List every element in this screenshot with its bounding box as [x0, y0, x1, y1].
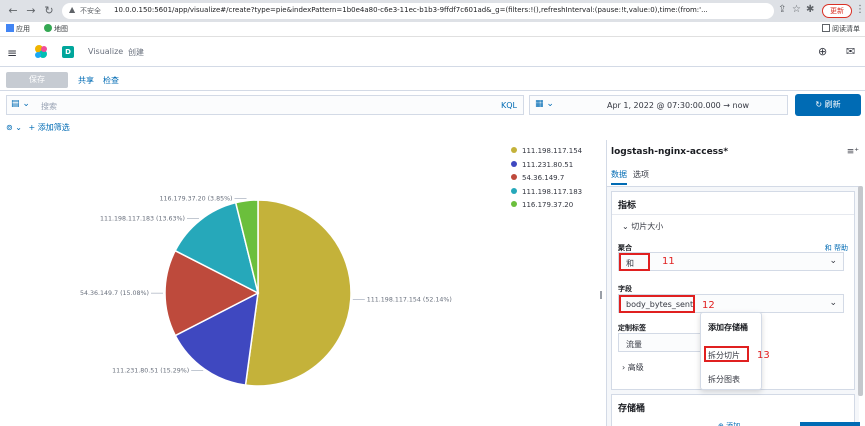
- panel-scrollbar[interactable]: [858, 186, 863, 396]
- metrics-heading: 指标: [618, 201, 637, 211]
- panel-menu-icon[interactable]: ≡⁺: [847, 147, 859, 157]
- callout-label-2: 54.36.149.7 (15.08%): [80, 290, 149, 297]
- refresh-button[interactable]: ↻ 刷新: [795, 94, 861, 116]
- callout-label-1: 111.231.80.51 (15.29%): [112, 368, 189, 375]
- legend-swatch: [511, 174, 517, 180]
- annotation-box-13: [704, 346, 749, 362]
- reload-icon[interactable]: ↻: [42, 4, 56, 18]
- legend-label: 111.198.117.183: [522, 187, 583, 196]
- legend-swatch: [511, 187, 517, 194]
- aggregation-select[interactable]: 和 ⌄: [618, 252, 844, 271]
- popover-title: 添加存储桶: [708, 323, 748, 332]
- custom-label-label: 定制标签: [618, 324, 646, 332]
- search-bar[interactable]: ▤ ⌄ 搜索 KQL: [6, 95, 524, 115]
- legend-item[interactable]: 111.198.117.154: [511, 147, 582, 161]
- legend-item[interactable]: 54.36.149.7: [511, 174, 582, 188]
- menu-icon[interactable]: ≡: [7, 46, 17, 60]
- field-label: 字段: [618, 285, 632, 293]
- legend-label: 111.231.80.51: [522, 160, 574, 169]
- forward-icon[interactable]: →: [24, 4, 38, 18]
- browser-toolbar: ← → ↻ ▲ 不安全 10.0.0.150:5601/app/visualiz…: [0, 0, 865, 22]
- annotation-box-11: [619, 253, 650, 271]
- chart-legend: 111.198.117.154 111.231.80.51 54.36.149.7 1…: [511, 147, 582, 215]
- bookmark-apps[interactable]: 应用: [6, 24, 30, 34]
- inspect-link[interactable]: 检查: [103, 75, 119, 86]
- filter-row: ⊚ ⌄ + 添加筛选: [6, 122, 70, 133]
- bookmark-maps[interactable]: 地图: [44, 24, 68, 34]
- dropdown-chevron-icon: ⌄: [829, 256, 837, 266]
- space-avatar[interactable]: D: [62, 46, 74, 58]
- filter-options-icon[interactable]: ⊚ ⌄: [6, 123, 22, 132]
- legend-label: 54.36.149.7: [522, 174, 565, 182]
- add-filter-link[interactable]: + 添加筛选: [29, 123, 70, 132]
- annotation-13: 13: [757, 350, 770, 361]
- custom-label-input[interactable]: 流量: [618, 333, 708, 352]
- advanced-toggle[interactable]: › 高级: [622, 362, 644, 373]
- collapse-panel-icon[interactable]: ‖: [599, 290, 603, 299]
- reading-list[interactable]: 阅读清单: [822, 24, 860, 34]
- plus-circle-icon: ⊕: [718, 422, 727, 426]
- slice-size-toggle[interactable]: ⌄ 切片大小: [622, 221, 663, 232]
- calendar-icon[interactable]: ▦ ⌄: [535, 99, 554, 109]
- extensions-icon[interactable]: ✱: [806, 4, 814, 15]
- help-icon[interactable]: ⊕: [818, 45, 827, 58]
- time-picker[interactable]: ▦ ⌄ Apr 1, 2022 @ 07:30:00.000 → now: [529, 95, 788, 115]
- breadcrumb-create: 创建: [128, 48, 144, 57]
- legend-swatch: [511, 147, 517, 153]
- panel-body: 指标 ⌄ 切片大小 聚合 和 帮助 和 ⌄ 11 字段 body_bytes_s…: [607, 186, 859, 426]
- saved-query-icon[interactable]: ▤ ⌄: [11, 99, 30, 109]
- legend-item[interactable]: 111.231.80.51: [511, 160, 582, 175]
- kql-toggle[interactable]: KQL: [501, 101, 517, 110]
- elastic-logo-icon[interactable]: [33, 44, 49, 60]
- legend-swatch: [511, 201, 517, 207]
- url-text[interactable]: 10.0.0.150:5601/app/visualize#/create?ty…: [114, 6, 774, 14]
- annotation-box-12: [619, 295, 695, 313]
- pie-slice-0[interactable]: [244, 199, 352, 387]
- buckets-heading: 存储桶: [618, 404, 646, 414]
- dropdown-chevron-icon: ⌄: [829, 298, 837, 308]
- back-icon[interactable]: ←: [6, 4, 20, 18]
- add-bucket-link[interactable]: ⊕ 添加: [718, 421, 740, 426]
- insecure-label: 不安全: [80, 7, 101, 15]
- breadcrumb-visualize[interactable]: Visualize: [88, 47, 123, 56]
- annotation-12: 12: [702, 300, 715, 311]
- mail-icon[interactable]: ✉: [846, 45, 855, 58]
- more-menu-icon[interactable]: ⋮: [855, 4, 865, 15]
- app-toolbar: 保存 共享 检查: [0, 67, 865, 91]
- chevron-down-icon: ⌄: [622, 222, 632, 231]
- index-pattern-title: logstash-nginx-access*: [611, 147, 729, 157]
- address-bar[interactable]: ▲ 不安全 10.0.0.150:5601/app/visualize#/cre…: [62, 3, 774, 19]
- kibana-header: ≡ D Visualize 创建 ⊕ ✉: [0, 37, 865, 67]
- annotation-11: 11: [662, 256, 675, 267]
- time-range[interactable]: Apr 1, 2022 @ 07:30:00.000 → now: [607, 101, 749, 110]
- bookmark-star-icon[interactable]: ☆: [792, 4, 801, 15]
- share-page-icon[interactable]: ⇪: [778, 4, 786, 15]
- search-input[interactable]: 搜索: [41, 101, 57, 112]
- legend-label: 116.179.37.20: [522, 201, 574, 209]
- callout-label-3: 111.198.117.183 (13.63%): [100, 216, 185, 223]
- legend-swatch: [511, 160, 517, 167]
- pie-chart: 111.198.117.154 (52.14%) 111.231.80.51 (1…: [80, 196, 452, 387]
- reading-list-icon: [822, 24, 830, 32]
- legend-item[interactable]: 116.179.37.20: [511, 201, 582, 215]
- callout-label-4: 116.179.37.20 (3.85%): [160, 196, 233, 203]
- update-button[interactable]: 更新: [822, 4, 852, 18]
- bottom-action-edge: [800, 422, 860, 426]
- save-button[interactable]: 保存: [6, 72, 68, 88]
- maps-icon: [44, 24, 52, 32]
- split-chart-option[interactable]: 拆分图表: [708, 374, 740, 385]
- tab-options[interactable]: 选项: [633, 169, 649, 180]
- bookmarks-bar: 应用 地图 阅读清单: [0, 22, 865, 37]
- custom-label-value: 流量: [626, 340, 642, 349]
- warning-icon: ▲: [69, 5, 76, 14]
- tab-data[interactable]: 数据: [611, 169, 627, 185]
- legend-item[interactable]: 111.198.117.183: [511, 187, 583, 202]
- legend-label: 111.198.117.154: [522, 147, 583, 155]
- apps-icon: [6, 24, 14, 32]
- share-link[interactable]: 共享: [78, 75, 94, 86]
- refresh-icon: ↻: [815, 100, 825, 109]
- callout-label-0: 111.198.117.154 (52.14%): [367, 296, 452, 303]
